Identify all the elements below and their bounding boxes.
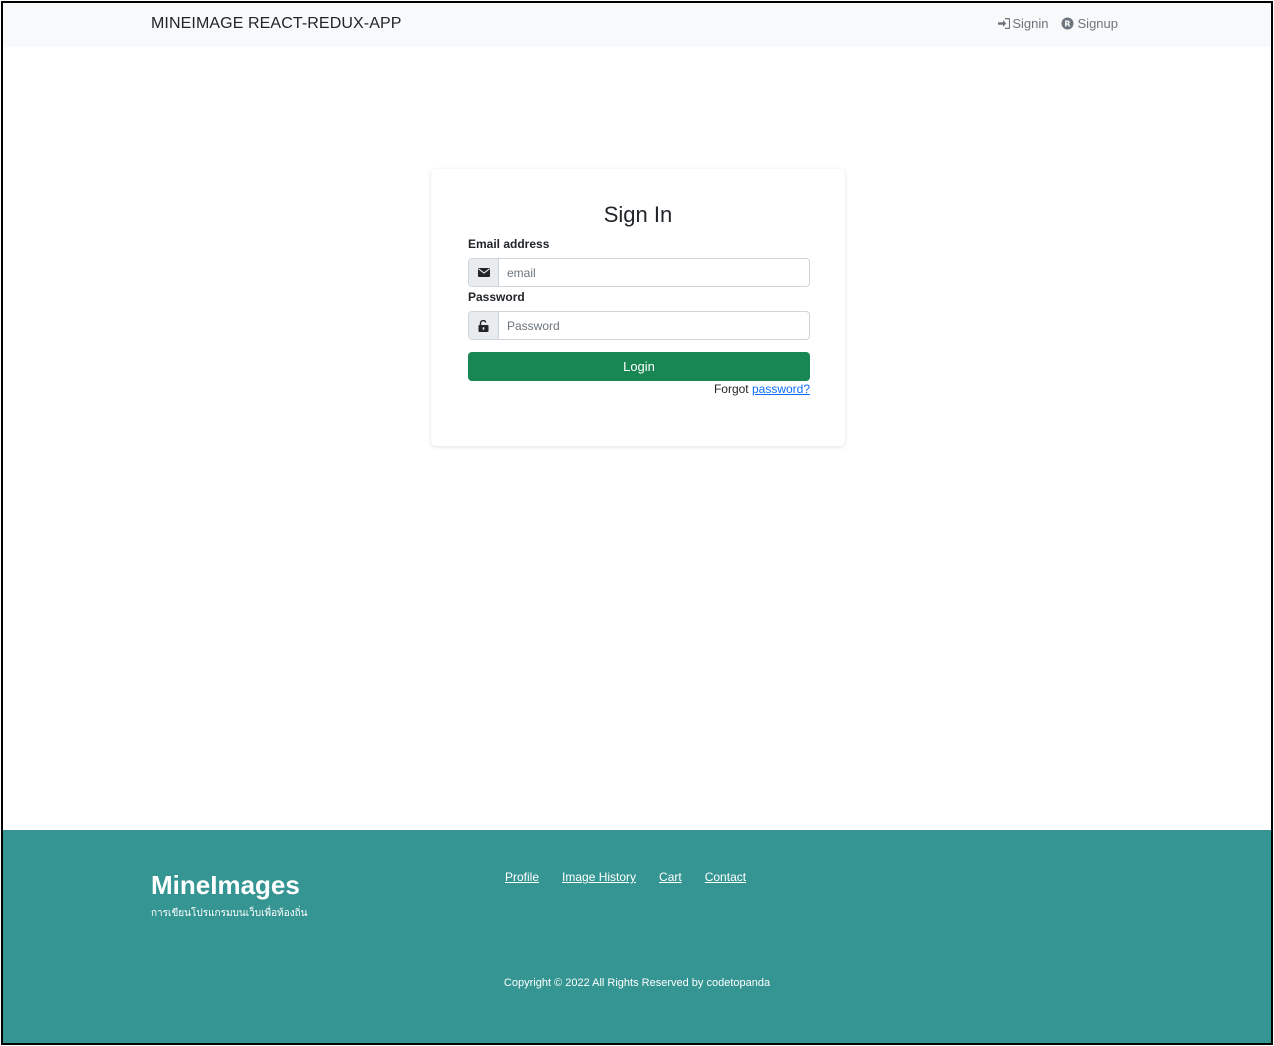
signin-label: Signin <box>1012 16 1049 31</box>
footer-link-cart[interactable]: Cart <box>659 870 682 884</box>
footer-tagline: การเขียนโปรแกรมบนเว็บเพื่อท้องถิ่น <box>151 908 308 919</box>
footer-brand: MineImages <box>151 870 300 900</box>
email-input-group <box>468 258 810 287</box>
signin-title: Sign In <box>603 202 673 227</box>
signin-card: Sign In Email address Password L <box>431 169 845 446</box>
svg-text:R: R <box>1064 19 1070 28</box>
email-input[interactable] <box>499 259 809 286</box>
app-window: MINEIMAGE REACT-REDUX-APP Signin R Signu… <box>1 1 1273 1045</box>
forgot-prefix: Forgot <box>713 382 749 396</box>
signup-link[interactable]: R Signup <box>1061 16 1118 31</box>
unlock-icon <box>469 312 499 339</box>
forgot-password-link[interactable]: password? <box>752 382 810 396</box>
sign-in-icon <box>998 18 1011 29</box>
footer-link-contact[interactable]: Contact <box>705 870 746 884</box>
nav-links: Signin R Signup <box>998 16 1118 31</box>
password-input[interactable] <box>499 312 809 339</box>
envelope-icon <box>469 259 499 286</box>
email-label: Email address <box>468 237 550 251</box>
signin-link[interactable]: Signin <box>998 16 1049 31</box>
navbar-brand[interactable]: MINEIMAGE REACT-REDUX-APP <box>151 15 402 33</box>
footer-links: Profile Image History Cart Contact <box>505 870 746 884</box>
footer-link-profile[interactable]: Profile <box>505 870 539 884</box>
registered-icon: R <box>1061 17 1074 30</box>
copyright: Copyright © 2022 All Rights Reserved by … <box>503 977 771 989</box>
signup-label: Signup <box>1077 16 1118 31</box>
password-label: Password <box>468 290 525 304</box>
forgot-password: Forgot password? <box>714 382 810 396</box>
navbar: MINEIMAGE REACT-REDUX-APP Signin R Signu… <box>3 3 1271 47</box>
footer-link-image-history[interactable]: Image History <box>562 870 636 884</box>
login-button[interactable]: Login <box>468 352 810 381</box>
footer: MineImages การเขียนโปรแกรมบนเว็บเพื่อท้อ… <box>3 830 1271 1043</box>
password-input-group <box>468 311 810 340</box>
